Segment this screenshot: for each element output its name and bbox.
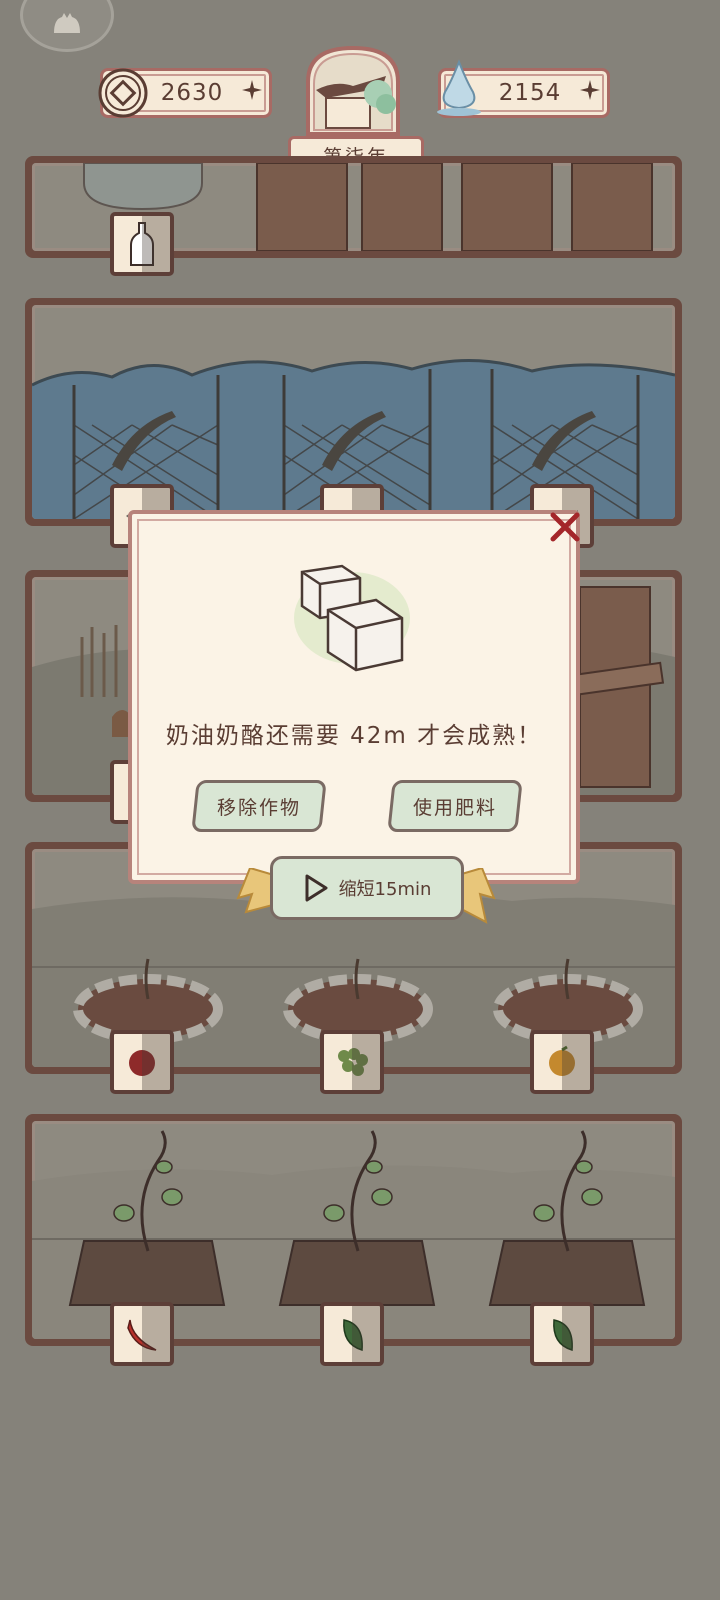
water-amount: 2154	[498, 80, 562, 106]
use-fertilizer-label: 使用肥料	[412, 796, 497, 819]
remove-crop-button[interactable]: 移除作物	[191, 780, 327, 832]
remove-crop-label: 移除作物	[216, 796, 301, 819]
slot-grape[interactable]	[320, 1030, 384, 1094]
coin-counter: 2630	[98, 68, 272, 118]
plus-icon	[242, 79, 262, 100]
avatar[interactable]	[20, 0, 114, 52]
slot-green-pepper-2[interactable]	[530, 1302, 594, 1366]
slot-wine[interactable]	[110, 212, 174, 276]
close-icon	[550, 512, 580, 542]
slot-orange[interactable]	[530, 1030, 594, 1094]
add-coins-button[interactable]	[235, 78, 269, 109]
coin-icon	[98, 68, 148, 118]
coin-amount: 2630	[160, 80, 224, 106]
slot-red-fruit[interactable]	[110, 1030, 174, 1094]
speedup-ad-button[interactable]: 缩短15min	[270, 856, 464, 920]
cat-avatar-icon	[54, 13, 80, 33]
cheese-cube-icon	[290, 556, 420, 686]
water-counter: 2154	[437, 59, 610, 118]
speedup-label: 缩短15min	[338, 879, 432, 900]
water-drop-icon	[437, 59, 481, 116]
add-water-button[interactable]	[573, 78, 607, 109]
play-icon	[305, 874, 328, 902]
use-fertilizer-button[interactable]: 使用肥料	[387, 780, 523, 832]
ripening-message: 奶油奶酪还需要 42m 才会成熟！	[165, 723, 543, 749]
slot-red-chili[interactable]	[110, 1302, 174, 1366]
plus-icon	[580, 79, 600, 100]
close-button[interactable]	[548, 510, 582, 544]
slot-green-pepper-1[interactable]	[320, 1302, 384, 1366]
